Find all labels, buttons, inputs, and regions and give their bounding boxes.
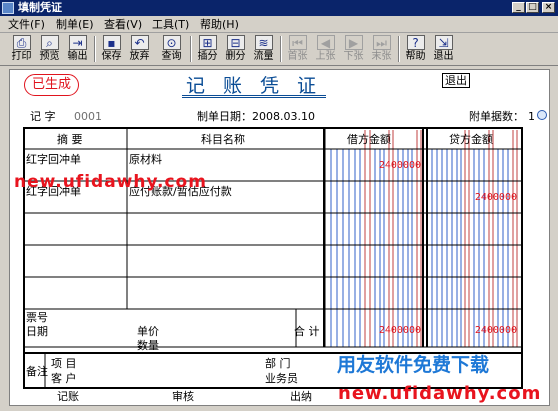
total-debit: 2400000: [378, 325, 421, 336]
note-label: 备注: [26, 365, 48, 378]
last-icon: ⏭: [372, 35, 391, 50]
menu-help[interactable]: 帮助(H): [200, 17, 239, 32]
next-voucher-button[interactable]: ▶ 下张: [340, 34, 367, 64]
col-account-header: 科目名称: [201, 133, 245, 146]
row-2-account[interactable]: 应付账款/暂估应付款: [129, 185, 232, 198]
total-credit: 2400000: [474, 325, 517, 336]
last-label: 末张: [371, 51, 392, 62]
row-2-credit[interactable]: 2400000: [461, 192, 517, 204]
exit-icon: ⇲: [434, 35, 453, 50]
bookkeeper-label: 记账: [57, 390, 79, 403]
toolbar-separator: [398, 36, 400, 62]
row-1-account[interactable]: 原材料: [129, 153, 162, 166]
print-button[interactable]: ⎙ 打印: [8, 34, 35, 64]
toolbar-separator: [280, 36, 282, 62]
attachments-label: 附单据数：: [469, 110, 524, 123]
quantity-label: 数量: [137, 339, 159, 352]
query-label: 查询: [161, 51, 182, 62]
generated-stamp: 已生成: [24, 74, 79, 96]
toolbar-separator: [94, 36, 96, 62]
voucher-number[interactable]: 0001: [74, 110, 102, 123]
cash-flow-icon: ≋: [254, 35, 273, 50]
export-icon: ⇥: [68, 35, 87, 50]
binoculars-icon: ⊙: [162, 35, 181, 50]
insert-row-button[interactable]: ⊞ 插分: [194, 34, 221, 64]
export-label: 输出: [67, 51, 88, 62]
undo-icon: ↶: [130, 35, 149, 50]
save-icon: ▪: [102, 35, 121, 50]
export-button[interactable]: ⇥ 输出: [64, 34, 91, 64]
project-label: 项 目: [51, 357, 77, 370]
exit-label: 退出: [433, 51, 454, 62]
attachments-value[interactable]: 1: [528, 110, 535, 123]
menu-voucher[interactable]: 制单(E): [56, 17, 94, 32]
voucher-entry-grid: 摘 要 科目名称 借方金额 贷方金额 红字回冲单 原材料 2400000 红字回…: [23, 127, 523, 389]
maximize-button[interactable]: □: [526, 2, 539, 13]
prev-label: 上张: [315, 51, 336, 62]
app-icon: [2, 2, 14, 14]
department-label: 部 门: [265, 357, 291, 370]
prev-icon: ◀: [316, 35, 335, 50]
row-2-summary[interactable]: 红字回冲单: [26, 185, 81, 198]
price-label: 单价: [137, 325, 159, 338]
save-label: 保存: [101, 51, 122, 62]
close-button[interactable]: ×: [542, 2, 555, 13]
menu-view[interactable]: 查看(V): [104, 17, 142, 32]
toolbar-separator: [190, 36, 192, 62]
delete-row-button[interactable]: ⊟ 删分: [222, 34, 249, 64]
preview-label: 预览: [39, 51, 60, 62]
first-label: 首张: [287, 51, 308, 62]
window-title: 填制凭证: [18, 1, 62, 14]
first-icon: ⏮: [288, 35, 307, 50]
save-button[interactable]: ▪ 保存: [98, 34, 125, 64]
toolbar: ⎙ 打印 ⌕ 预览 ⇥ 输出 ▪ 保存 ↶ 放弃 ⊙ 查询 ⊞ 插分 ⊟ 删分 ≋ 流量 ⏮ 首张 …: [0, 33, 558, 66]
help-button[interactable]: ? 帮助: [402, 34, 429, 64]
menu-tools[interactable]: 工具(T): [152, 17, 189, 32]
help-icon: ?: [406, 35, 425, 50]
customer-label: 客 户: [51, 372, 77, 385]
print-label: 打印: [11, 51, 32, 62]
discard-label: 放弃: [129, 51, 150, 62]
col-debit-header: 借方金额: [347, 133, 391, 146]
clerk-label: 业务员: [265, 372, 298, 385]
voucher-title: 记 账 凭 证: [182, 74, 326, 98]
row-1-summary[interactable]: 红字回冲单: [26, 153, 81, 166]
preview-button[interactable]: ⌕ 预览: [36, 34, 63, 64]
query-button[interactable]: ⊙ 查询: [158, 34, 185, 64]
col-summary-header: 摘 要: [57, 133, 83, 146]
title-bar: 填制凭证 _ □ ×: [0, 0, 558, 16]
preview-icon: ⌕: [40, 35, 59, 50]
cashier-label: 出纳: [290, 390, 312, 403]
voucher-date[interactable]: 制单日期：2008.03.10: [197, 110, 315, 123]
date-label: 日期: [26, 325, 48, 338]
delete-row-label: 删分: [225, 51, 246, 62]
exit-box[interactable]: 退出: [442, 73, 470, 88]
ticket-label: 票号: [26, 311, 48, 324]
voucher-type-label: 记 字: [30, 110, 56, 123]
next-label: 下张: [343, 51, 364, 62]
minimize-button[interactable]: _: [512, 2, 525, 13]
col-credit-header: 贷方金额: [449, 133, 493, 146]
grid-lines: [25, 129, 521, 387]
cash-flow-label: 流量: [253, 51, 274, 62]
auditor-label: 审核: [172, 390, 194, 403]
printer-icon: ⎙: [12, 35, 31, 50]
help-label: 帮助: [405, 51, 426, 62]
voucher-workspace: 已生成 记 账 凭 证 退出 记 字 0001 制单日期：2008.03.10 …: [9, 69, 550, 406]
search-icon[interactable]: [537, 110, 547, 120]
menu-file[interactable]: 文件(F): [8, 17, 45, 32]
insert-row-icon: ⊞: [198, 35, 217, 50]
first-voucher-button[interactable]: ⏮ 首张: [284, 34, 311, 64]
prev-voucher-button[interactable]: ◀ 上张: [312, 34, 339, 64]
total-label: 合 计: [294, 325, 320, 338]
insert-row-label: 插分: [197, 51, 218, 62]
exit-button[interactable]: ⇲ 退出: [430, 34, 457, 64]
row-1-debit[interactable]: 2400000: [365, 160, 421, 172]
discard-button[interactable]: ↶ 放弃: [126, 34, 153, 64]
next-icon: ▶: [344, 35, 363, 50]
delete-row-icon: ⊟: [226, 35, 245, 50]
last-voucher-button[interactable]: ⏭ 末张: [368, 34, 395, 64]
menu-bar: 文件(F) 制单(E) 查看(V) 工具(T) 帮助(H): [0, 16, 558, 33]
cash-flow-button[interactable]: ≋ 流量: [250, 34, 277, 64]
